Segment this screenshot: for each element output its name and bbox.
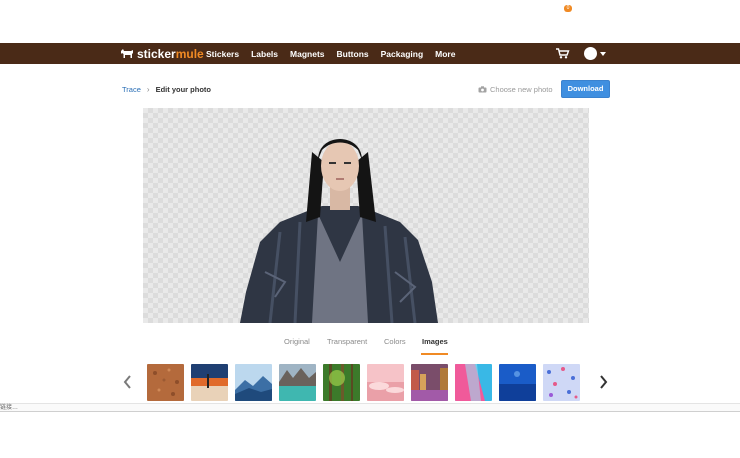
breadcrumb-separator: › — [146, 84, 150, 94]
thumbnail-pink-clouds[interactable] — [367, 364, 404, 401]
nav-item-packaging[interactable]: Packaging — [381, 49, 424, 59]
chevron-down-icon[interactable] — [600, 52, 606, 56]
mule-logo-icon — [121, 49, 133, 58]
top-nav-bar: sticker mule Stickers Labels Magnets Butt… — [0, 43, 740, 64]
cart-icon[interactable] — [556, 48, 572, 59]
active-tab-indicator — [421, 353, 448, 355]
portrait-image — [240, 139, 438, 323]
tab-original[interactable]: Original — [284, 337, 310, 346]
nav-item-buttons[interactable]: Buttons — [337, 49, 369, 59]
breadcrumb: Trace › Edit your photo — [122, 83, 211, 95]
cart-count-badge: 0 — [564, 5, 572, 12]
breadcrumb-trace-link[interactable]: Trace — [122, 85, 141, 94]
page-title: Edit your photo — [155, 84, 211, 94]
tab-transparent[interactable]: Transparent — [327, 337, 367, 346]
brand-text-sticker: sticker — [137, 46, 176, 61]
choose-new-photo-button[interactable]: Choose new photo — [478, 83, 553, 95]
thumbnail-cork-texture[interactable] — [147, 364, 184, 401]
thumbnail-underwater-blue[interactable] — [499, 364, 536, 401]
brand-text-mule: mule — [175, 46, 204, 61]
tab-colors[interactable]: Colors — [384, 337, 406, 346]
thumbnail-blue-pink-confetti[interactable] — [543, 364, 580, 401]
nav-item-more[interactable]: More — [435, 49, 455, 59]
nav-item-stickers[interactable]: Stickers — [206, 49, 239, 59]
thumbnail-lake-rocks[interactable] — [279, 364, 316, 401]
status-text: 链接… — [0, 405, 19, 411]
chevron-left-icon[interactable] — [122, 374, 132, 390]
background-tabs: Original Transparent Colors Images — [0, 337, 740, 351]
background-image-carousel — [147, 364, 580, 401]
browser-status-bar: 链接… — [0, 403, 740, 412]
thumbnail-green-forest[interactable] — [323, 364, 360, 401]
thumbnail-blue-mountains[interactable] — [235, 364, 272, 401]
main-nav: Stickers Labels Magnets Buttons Packagin… — [206, 43, 455, 64]
thumbnail-pink-blue-abstract[interactable] — [455, 364, 492, 401]
nav-item-magnets[interactable]: Magnets — [290, 49, 324, 59]
download-button[interactable]: Download — [561, 80, 610, 98]
page: sticker mule Stickers Labels Magnets Butt… — [0, 0, 740, 458]
chevron-right-icon[interactable] — [599, 374, 609, 390]
brand-logo[interactable]: sticker mule — [120, 46, 204, 61]
thumbnail-desert-sunset[interactable] — [191, 364, 228, 401]
photo-canvas[interactable] — [143, 108, 589, 323]
tab-images[interactable]: Images — [422, 337, 448, 346]
avatar[interactable] — [584, 47, 597, 60]
choose-new-photo-label: Choose new photo — [490, 84, 553, 94]
thumbnail-city-canal[interactable] — [411, 364, 448, 401]
camera-icon — [478, 85, 487, 92]
nav-item-labels[interactable]: Labels — [251, 49, 278, 59]
